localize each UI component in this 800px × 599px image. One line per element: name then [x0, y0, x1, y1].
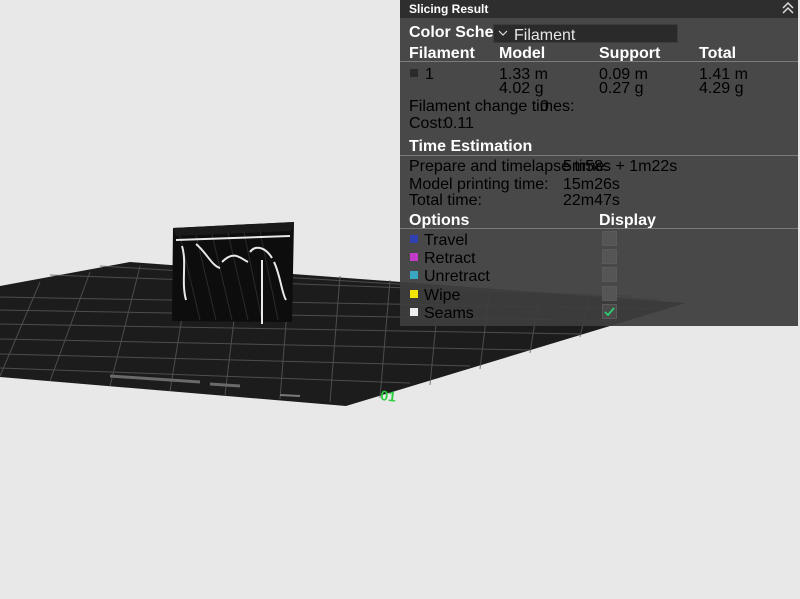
retract-display-checkbox[interactable] — [602, 249, 617, 264]
prepare-time-value: 5m58s + 1m22s — [563, 158, 678, 175]
unretract-display-checkbox[interactable] — [602, 267, 617, 282]
wipe-display-checkbox[interactable] — [602, 286, 617, 301]
filament-color-swatch — [410, 69, 418, 77]
sliced-model[interactable] — [172, 222, 294, 324]
travel-display-checkbox[interactable] — [602, 231, 617, 246]
travel-color-swatch — [410, 235, 418, 243]
color-scheme-value: Filament — [514, 27, 576, 44]
cost-value: 0.11 — [444, 115, 474, 132]
support-weight: 0.27 g — [599, 80, 644, 97]
model-weight: 4.02 g — [499, 80, 544, 97]
total-time-value: 22m47s — [563, 192, 620, 209]
chevron-down-icon — [498, 30, 508, 36]
seams-color-swatch — [410, 308, 418, 316]
seams-display-checkbox[interactable] — [602, 304, 617, 319]
option-seams-label: Seams — [424, 305, 474, 322]
collapse-chevron-icon[interactable] — [780, 0, 796, 16]
option-unretract-label: Unretract — [424, 268, 490, 285]
filament-change-value: 0 — [540, 98, 549, 115]
bed-number-mark: 01 — [380, 387, 397, 405]
divider — [400, 228, 798, 229]
svg-text:01: 01 — [380, 387, 397, 405]
wipe-color-swatch — [410, 290, 418, 298]
total-weight: 4.29 g — [699, 80, 744, 97]
option-travel-label: Travel — [424, 232, 468, 249]
checkmark-icon — [604, 307, 615, 317]
divider — [400, 155, 798, 156]
total-time-label: Total time: — [409, 192, 482, 209]
time-estimation-title: Time Estimation — [409, 138, 533, 155]
option-wipe-label: Wipe — [424, 287, 461, 304]
unretract-color-swatch — [410, 271, 418, 279]
option-retract-label: Retract — [424, 250, 476, 267]
filament-change-label: Filament change times: — [409, 98, 575, 115]
retract-color-swatch — [410, 253, 418, 261]
color-scheme-dropdown[interactable]: Filament — [493, 24, 678, 44]
divider — [400, 61, 798, 62]
filament-id: 1 — [425, 66, 434, 83]
panel-title: Slicing Result — [409, 2, 489, 16]
cost-label: Cost: — [409, 115, 447, 132]
